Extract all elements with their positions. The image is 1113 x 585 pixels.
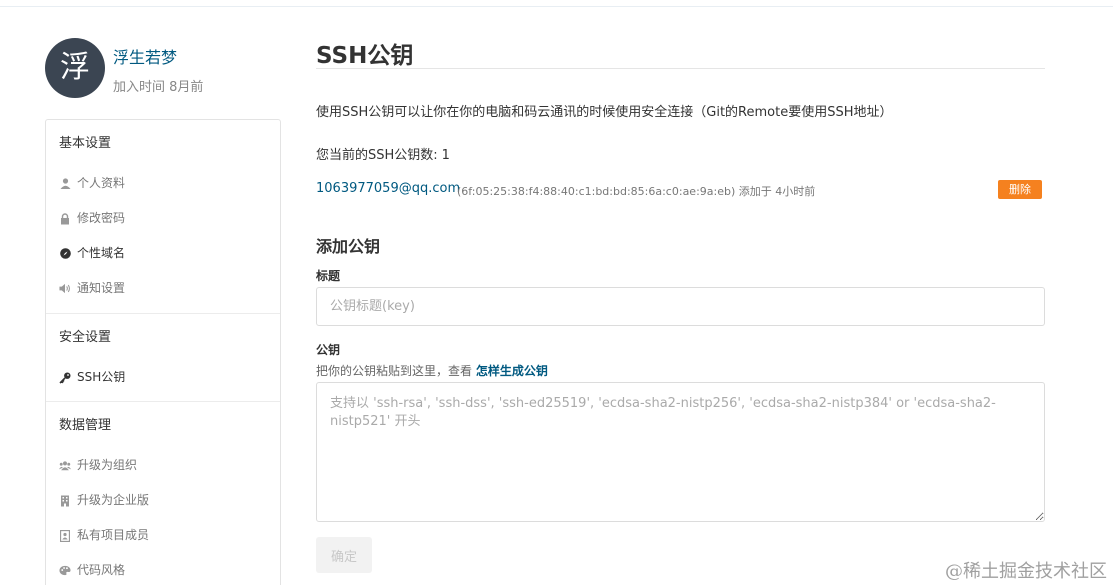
palette-icon <box>59 565 71 577</box>
title-divider <box>316 68 1045 69</box>
page-title: SSH公钥 <box>316 43 414 69</box>
volume-icon <box>59 283 71 295</box>
avatar[interactable]: 浮 <box>45 38 105 98</box>
how-to-generate-link[interactable]: 怎样生成公钥 <box>476 364 548 378</box>
key-count-label: 您当前的SSH公钥数: <box>316 148 438 163</box>
menu-group-basic: 基本设置 个人资料 修改密码 个性域名 通知设置 <box>46 120 280 314</box>
add-key-heading: 添加公钥 <box>316 237 381 256</box>
key-hint-text: 把你的公钥粘贴到这里，查看 <box>316 364 476 378</box>
key-count: 您当前的SSH公钥数: 1 <box>316 144 450 163</box>
user-name-link[interactable]: 浮生若梦 <box>113 44 177 68</box>
page-description: 使用SSH公钥可以让你在你的电脑和码云通讯的时候使用安全连接（Git的Remot… <box>316 105 893 120</box>
key-count-value: 1 <box>441 148 450 163</box>
sidebar-item-label: 通知设置 <box>77 281 126 295</box>
confirm-button[interactable]: 确定 <box>316 537 372 573</box>
sidebar-item-label: 代码风格 <box>77 563 126 577</box>
menu-group-security: 安全设置 SSH公钥 <box>46 314 280 402</box>
sidebar-item-notifications[interactable]: 通知设置 <box>46 271 280 306</box>
top-divider <box>0 6 1113 7</box>
sidebar-item-label: 升级为组织 <box>77 458 138 472</box>
sidebar-item-ssh-keys[interactable]: SSH公钥 <box>46 360 280 395</box>
sidebar-item-label: 升级为企业版 <box>77 493 150 507</box>
sidebar-item-label: 修改密码 <box>77 211 126 225</box>
key-icon <box>59 372 71 384</box>
key-title-input[interactable] <box>316 287 1045 326</box>
building-icon <box>59 495 71 507</box>
key-hint: 把你的公钥粘贴到这里，查看 怎样生成公钥 <box>316 362 548 379</box>
sidebar-item-label: 个人资料 <box>77 176 126 190</box>
sidebar-item-upgrade-enterprise[interactable]: 升级为企业版 <box>46 483 280 518</box>
compass-icon <box>59 248 71 260</box>
sidebar-item-profile[interactable]: 个人资料 <box>46 166 280 201</box>
title-label: 标题 <box>316 269 341 283</box>
menu-group-title: 数据管理 <box>59 418 112 433</box>
public-key-textarea[interactable] <box>316 382 1045 522</box>
sidebar-item-password[interactable]: 修改密码 <box>46 201 280 236</box>
menu-group-title: 基本设置 <box>59 136 112 151</box>
sidebar-item-label: SSH公钥 <box>77 370 126 384</box>
id-card-icon <box>59 529 71 542</box>
sidebar-item-private-members[interactable]: 私有项目成员 <box>46 518 280 553</box>
key-title: 1063977059@qq.com <box>316 181 461 196</box>
sidebar-item-upgrade-org[interactable]: 升级为组织 <box>46 448 280 483</box>
sidebar-item-label: 私有项目成员 <box>77 528 150 542</box>
lock-icon <box>59 212 71 225</box>
menu-group-title: 安全设置 <box>59 330 112 345</box>
key-fingerprint: (6f:05:25:38:f4:88:40:c1:bd:bd:85:6a:c0:… <box>457 185 816 198</box>
settings-sidebar: 基本设置 个人资料 修改密码 个性域名 通知设置 安全设置 SSH公钥 数据管理… <box>45 119 281 585</box>
join-time: 加入时间 8月前 <box>113 80 204 95</box>
sidebar-item-domain[interactable]: 个性域名 <box>46 236 280 271</box>
delete-key-button[interactable]: 删除 <box>998 180 1042 199</box>
user-icon <box>59 178 71 190</box>
sidebar-item-code-style[interactable]: 代码风格 <box>46 553 280 585</box>
group-icon <box>59 460 71 472</box>
sidebar-item-label: 个性域名 <box>77 246 126 260</box>
menu-group-data: 数据管理 升级为组织 升级为企业版 私有项目成员 代码风格 <box>46 402 280 585</box>
ssh-key-row: 1063977059@qq.com (6f:05:25:38:f4:88:40:… <box>316 180 1042 200</box>
key-label: 公钥 <box>316 343 341 357</box>
watermark: @稀土掘金技术社区 <box>945 561 1107 582</box>
